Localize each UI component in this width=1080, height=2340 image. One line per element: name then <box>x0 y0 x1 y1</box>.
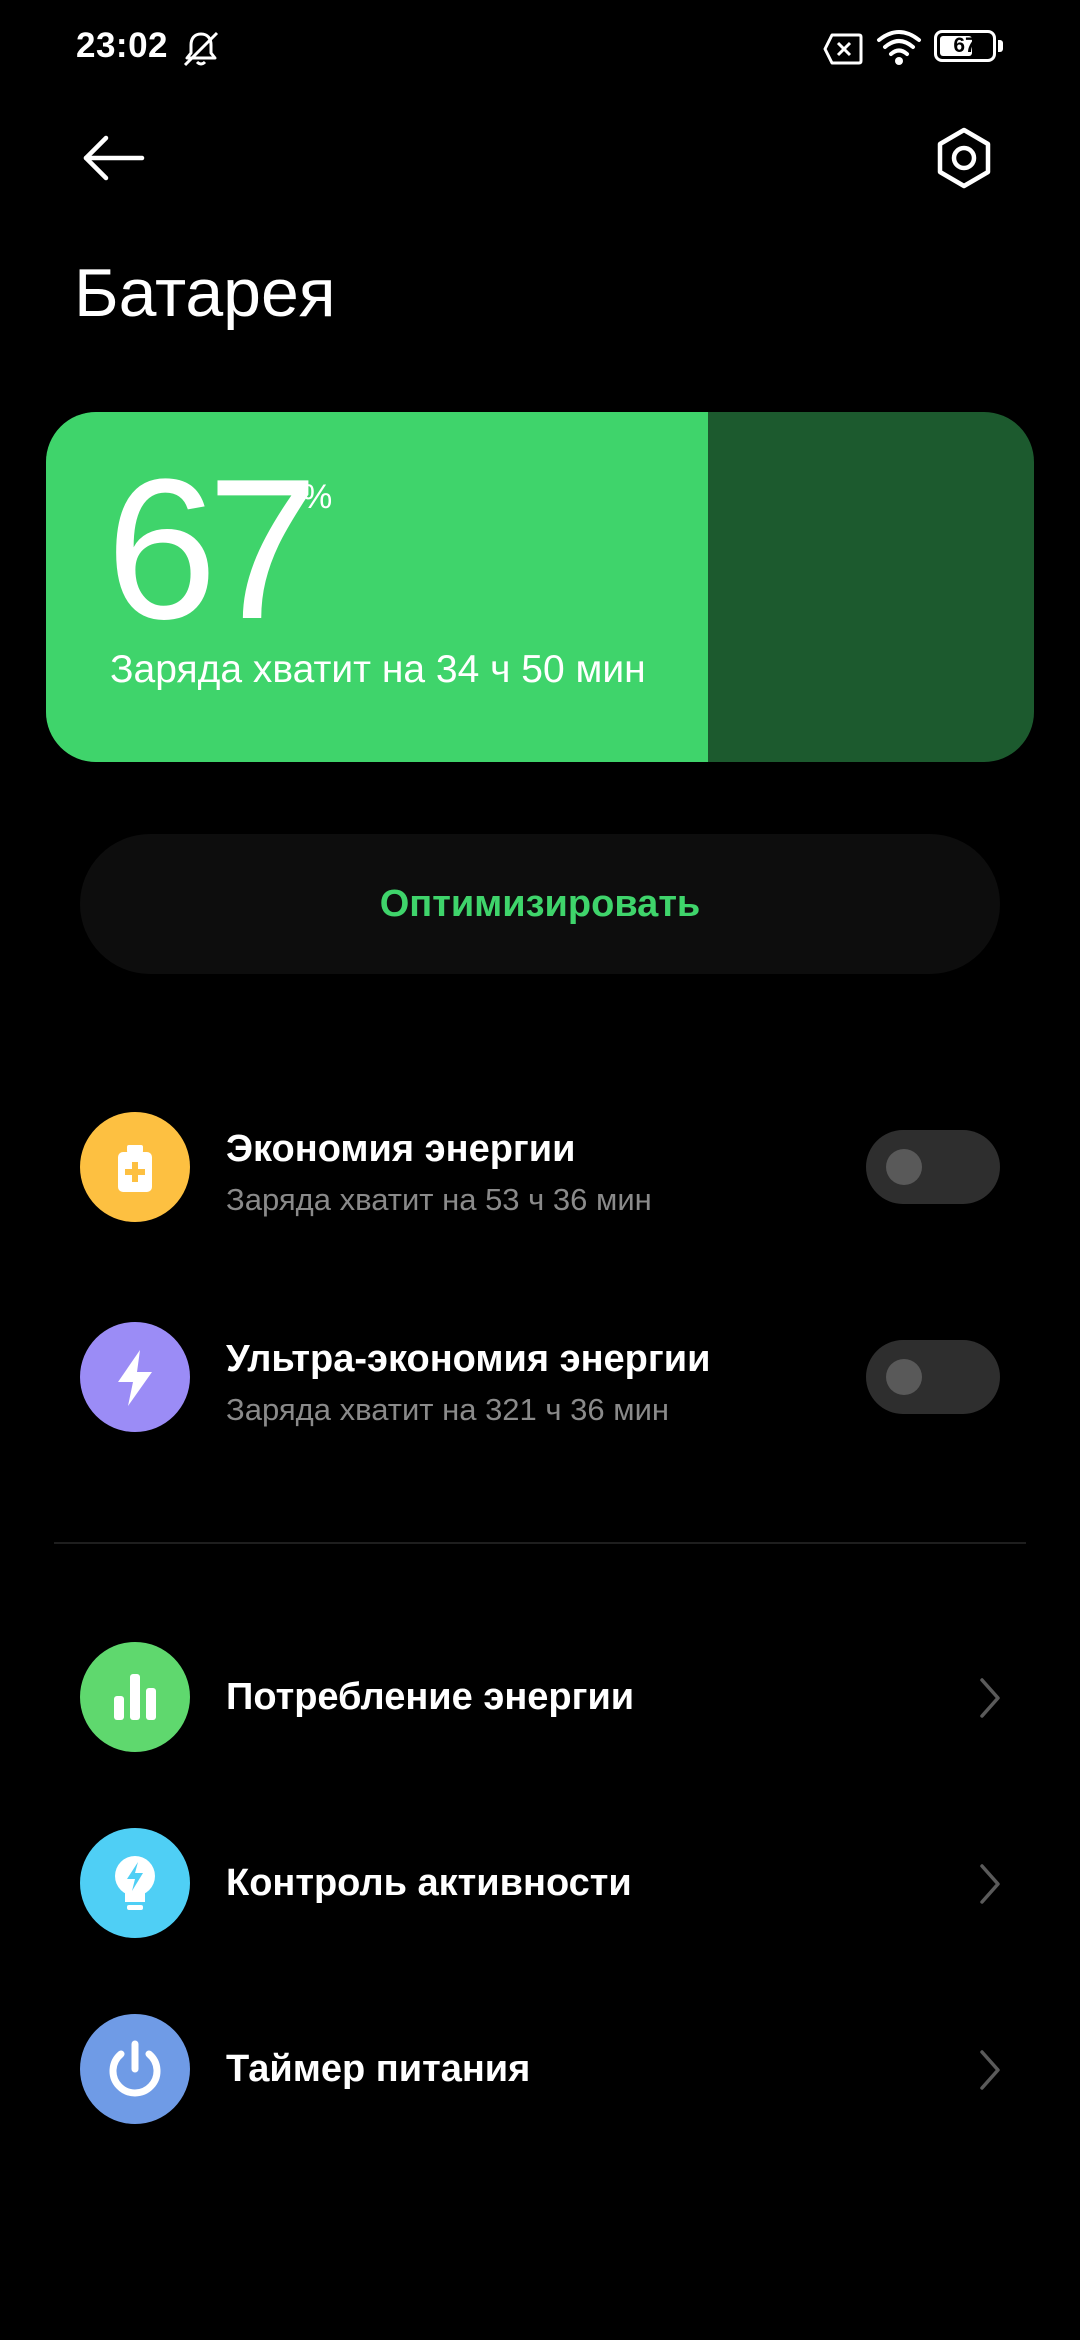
bulb-bolt-icon <box>80 1828 190 1938</box>
ultra-battery-saver-title: Ультра-экономия энергии <box>226 1338 711 1380</box>
menu-item-label: Контроль активности <box>226 1862 632 1904</box>
menu-item-label: Таймер питания <box>226 2048 531 2090</box>
menu-item-power-timer[interactable]: Таймер питания <box>0 2014 1080 2124</box>
lightning-icon <box>80 1322 190 1432</box>
arrow-left-icon <box>76 135 156 194</box>
menu-item-label: Потребление энергии <box>226 1676 635 1718</box>
page-title: Батарея <box>74 255 336 331</box>
mute-notifications-icon <box>180 28 222 70</box>
optimize-button[interactable]: Оптимизировать <box>80 834 1000 974</box>
battery-percent: 67 <box>106 438 318 661</box>
chevron-right-icon <box>974 2046 1004 2094</box>
gear-hexagon-icon <box>930 127 998 196</box>
status-time: 23:02 <box>76 26 169 65</box>
toggle-knob <box>886 1149 922 1185</box>
chevron-right-icon <box>974 1674 1004 1722</box>
status-battery-level: 67 <box>953 34 977 57</box>
battery-saver-subtitle: Заряда хватит на 53 ч 36 мин <box>226 1182 652 1217</box>
battery-saver-toggle[interactable] <box>866 1130 1000 1204</box>
battery-plus-icon <box>80 1112 190 1222</box>
no-sim-icon <box>822 32 864 66</box>
wifi-icon <box>876 26 922 68</box>
ultra-battery-saver-row[interactable]: Ультра-экономия энергии Заряда хватит на… <box>0 1322 1080 1432</box>
back-button[interactable] <box>76 126 156 190</box>
battery-level-card[interactable]: 67 % Заряда хватит на 34 ч 50 мин <box>46 412 1034 762</box>
bar-chart-icon <box>80 1642 190 1752</box>
menu-item-activity-control[interactable]: Контроль активности <box>0 1828 1080 1938</box>
battery-saver-row[interactable]: Экономия энергии Заряда хватит на 53 ч 3… <box>0 1112 1080 1222</box>
divider <box>54 1542 1026 1544</box>
toggle-knob <box>886 1359 922 1395</box>
status-bar: 23:02 67 <box>0 0 1080 100</box>
power-icon <box>80 2014 190 2124</box>
battery-percent-sign: % <box>302 478 333 516</box>
ultra-battery-saver-toggle[interactable] <box>866 1340 1000 1414</box>
battery-icon: 67 <box>934 30 1004 66</box>
ultra-battery-saver-subtitle: Заряда хватит на 321 ч 36 мин <box>226 1392 670 1427</box>
battery-remaining-time: Заряда хватит на 34 ч 50 мин <box>110 648 646 691</box>
menu-item-power-consumption[interactable]: Потребление энергии <box>0 1642 1080 1752</box>
settings-button[interactable] <box>930 124 998 192</box>
battery-saver-title: Экономия энергии <box>226 1128 576 1170</box>
chevron-right-icon <box>974 1860 1004 1908</box>
